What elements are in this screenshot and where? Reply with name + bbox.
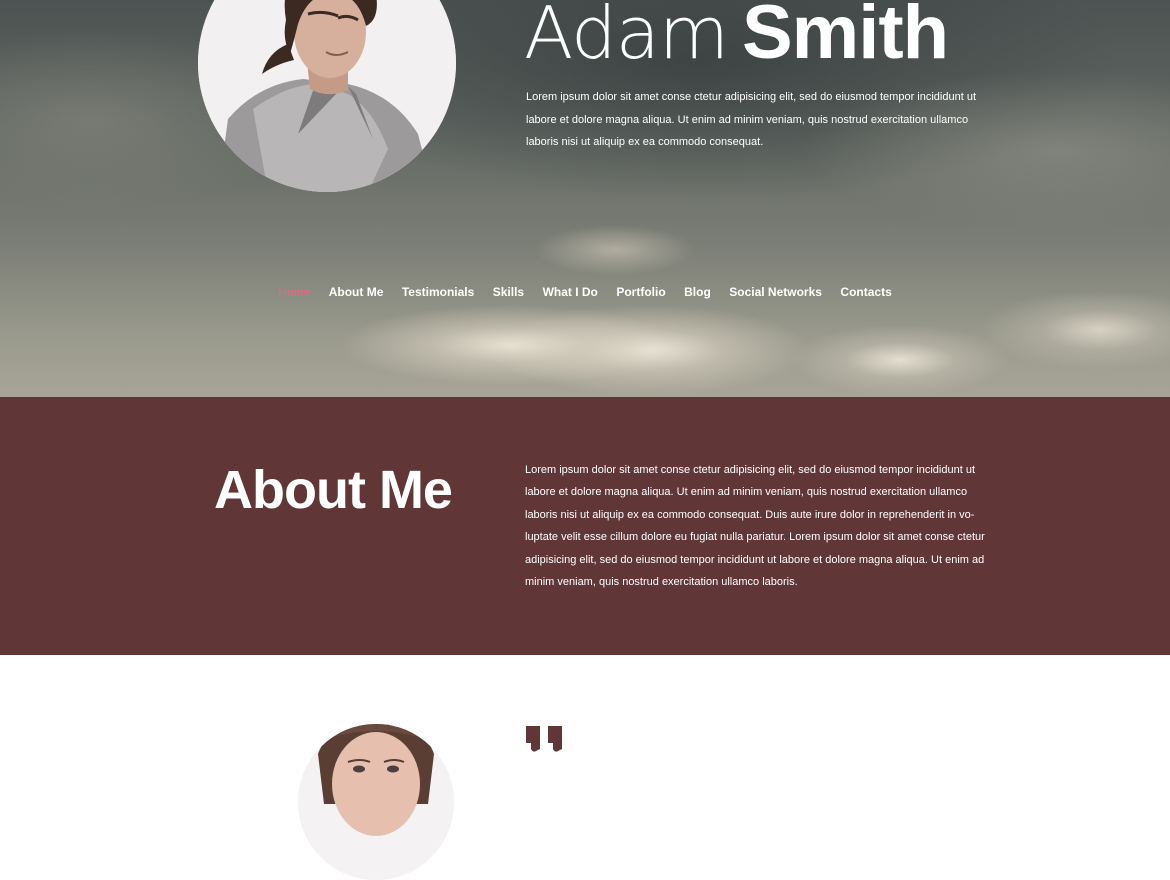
hero-description: Lorem ipsum dolor sit amet conse ctetur … xyxy=(526,91,977,148)
hero-section: Adam Smith Lorem ipsum dolor sit amet con… xyxy=(0,0,1170,397)
testimonial-avatar xyxy=(298,724,454,880)
nav-item-home[interactable]: Home xyxy=(278,281,310,303)
about-section: About Me Lorem ipsum dolor sit amet cons… xyxy=(0,397,1170,655)
hero-first-name: Adam xyxy=(524,0,729,75)
profile-photo xyxy=(198,0,456,192)
nav-item-blog[interactable]: Blog xyxy=(684,281,711,303)
nav-item-social-networks[interactable]: Social Networks xyxy=(729,281,822,303)
nav-item-portfolio[interactable]: Portfolio xyxy=(616,281,665,303)
quote-icon xyxy=(526,726,562,752)
nav-item-skills[interactable]: Skills xyxy=(493,281,524,303)
testimonials-section xyxy=(0,655,1170,880)
nav-item-testimonials[interactable]: Testimonials xyxy=(402,281,474,303)
nav-item-about-me[interactable]: About Me xyxy=(329,281,384,303)
main-nav: Home About Me Testimonials Skills What I… xyxy=(0,281,1170,303)
nav-item-contacts[interactable]: Contacts xyxy=(840,281,891,303)
about-text: Lorem ipsum dolor sit amet conse ctetur … xyxy=(525,464,985,589)
hero-name: Adam Smith xyxy=(524,0,949,78)
hero-last-name: Smith xyxy=(741,0,949,75)
nav-item-what-i-do[interactable]: What I Do xyxy=(543,281,598,303)
about-title: About Me xyxy=(214,460,453,520)
